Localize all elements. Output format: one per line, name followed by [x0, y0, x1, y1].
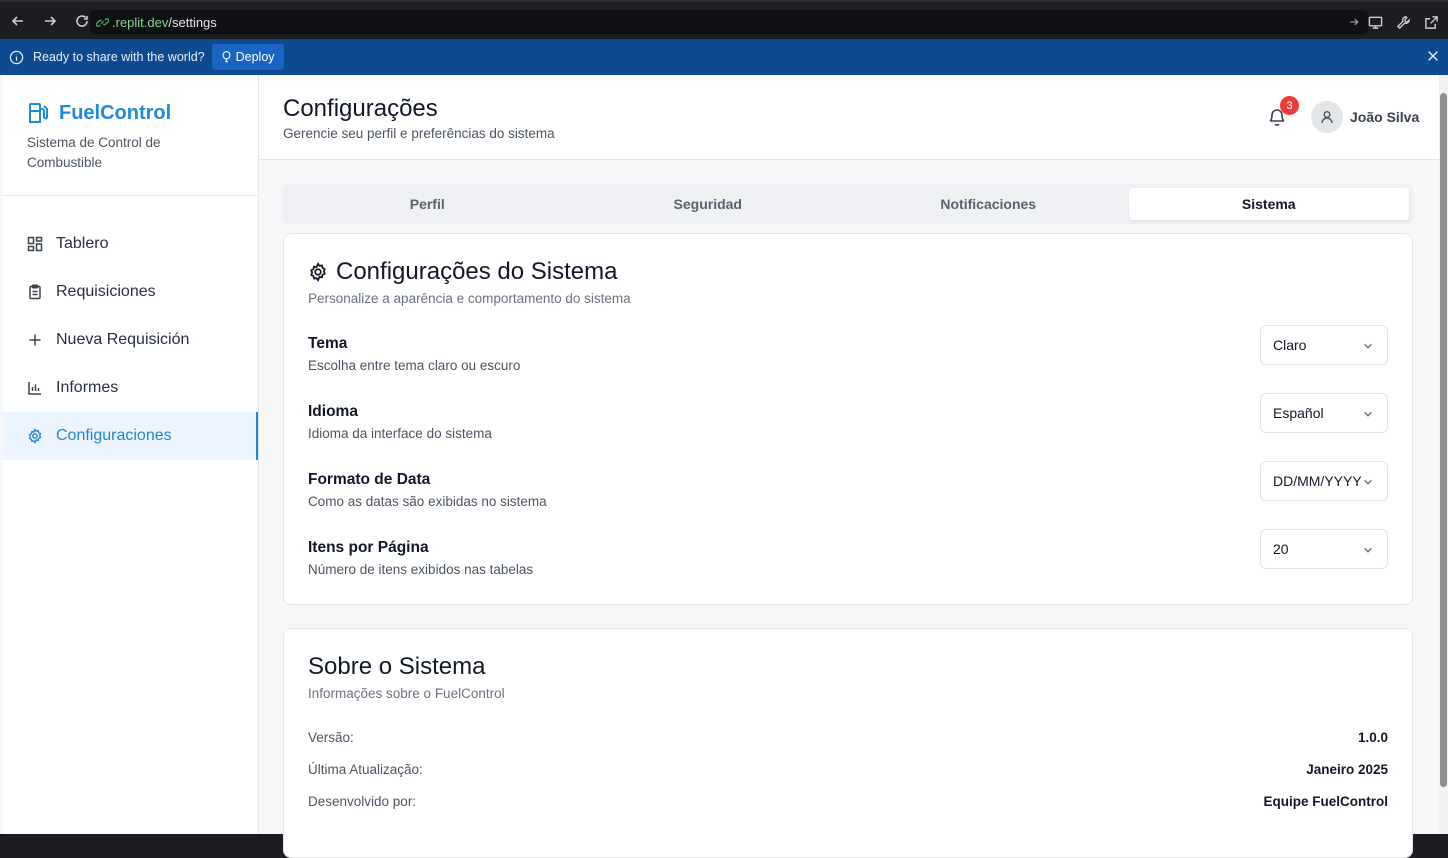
tab-seguridad[interactable]: Seguridad [568, 188, 849, 220]
page-header: Configurações Gerencie seu perfil e pref… [259, 75, 1439, 160]
banner-message: Ready to share with the world? [33, 50, 205, 64]
card-title-text: Configurações do Sistema [336, 258, 618, 285]
page-subtitle: Gerencie seu perfil e preferências do si… [283, 126, 555, 141]
plus-icon [27, 332, 43, 348]
url-host: .replit.dev [112, 14, 169, 30]
wrench-icon[interactable] [1392, 10, 1414, 34]
clipboard-icon [27, 284, 43, 300]
system-settings-card: Configurações do Sistema Personalize a a… [283, 233, 1413, 605]
items-per-page-select[interactable]: 20 [1260, 529, 1388, 569]
info-label: Versão: [308, 730, 354, 745]
setting-language: Idioma Idioma da interface do sistema Es… [308, 393, 1388, 455]
sidebar-item-label: Informes [56, 379, 119, 396]
go-arrow-icon[interactable] [1348, 16, 1360, 28]
bar-chart-icon [27, 380, 43, 396]
brand-name: FuelControl [59, 101, 172, 124]
info-value: Equipe FuelControl [1263, 794, 1389, 809]
brand: FuelControl Sistema de Control de Combus… [3, 75, 258, 196]
sidebar-item-requisiciones[interactable]: Requisiciones [3, 268, 258, 316]
info-value: Janeiro 2025 [1306, 762, 1388, 777]
chevron-down-icon [1361, 475, 1375, 489]
sidebar-menu: Tablero Requisiciones Nueva Requisición … [3, 196, 258, 460]
url-bar[interactable]: .replit.dev/settings [90, 10, 1368, 34]
setting-label: Formato de Data [308, 471, 431, 488]
browser-toolbar: .replit.dev/settings [0, 0, 1448, 39]
select-value: Claro [1273, 337, 1307, 353]
sidebar: FuelControl Sistema de Control de Combus… [3, 75, 259, 834]
settings-tabs: Perfil Seguridad Notificaciones Sistema [283, 184, 1413, 224]
about-title: Sobre o Sistema [308, 653, 486, 680]
setting-description: Escolha entre tema claro ou escuro [308, 358, 521, 373]
url-path: /settings [168, 14, 217, 30]
select-value: Español [1273, 405, 1324, 421]
tab-sistema[interactable]: Sistema [1128, 188, 1409, 220]
setting-theme: Tema Escolha entre tema claro ou escuro … [308, 325, 1388, 387]
forward-icon[interactable] [36, 7, 64, 35]
info-value: 1.0.0 [1357, 730, 1388, 745]
sidebar-item-informes[interactable]: Informes [3, 364, 258, 412]
date-format-select[interactable]: DD/MM/YYYY [1260, 461, 1388, 501]
info-label: Última Atualização: [308, 762, 423, 777]
about-subtitle: Informações sobre o FuelControl [308, 686, 505, 701]
chevron-down-icon [1361, 543, 1375, 557]
setting-items-per-page: Itens por Página Número de itens exibido… [308, 529, 1388, 591]
card-subtitle: Personalize a aparência e comportamento … [308, 291, 631, 306]
setting-description: Idioma da interface do sistema [308, 426, 492, 441]
dashboard-icon [27, 236, 43, 252]
sidebar-item-label: Requisiciones [56, 283, 156, 300]
link-icon [96, 16, 109, 29]
sidebar-item-tablero[interactable]: Tablero [3, 220, 258, 268]
info-icon [9, 50, 24, 65]
setting-description: Como as datas são exibidas no sistema [308, 494, 547, 509]
setting-date-format: Formato de Data Como as datas são exibid… [308, 461, 1388, 523]
sidebar-item-nueva-requisicion[interactable]: Nueva Requisición [3, 316, 258, 364]
chevron-down-icon [1361, 339, 1375, 353]
monitor-icon[interactable] [1364, 10, 1386, 34]
about-card: Sobre o Sistema Informações sobre o Fuel… [283, 628, 1413, 858]
app-window: FuelControl Sistema de Control de Combus… [0, 75, 1439, 858]
chevron-down-icon [1361, 407, 1375, 421]
deploy-banner: Ready to share with the world? Deploy [0, 39, 1448, 75]
setting-label: Tema [308, 335, 348, 352]
info-label: Desenvolvido por: [308, 794, 417, 809]
deploy-label: Deploy [235, 50, 275, 64]
notification-badge: 3 [1280, 96, 1299, 115]
setting-label: Itens por Página [308, 539, 429, 556]
back-icon[interactable] [4, 7, 32, 35]
setting-label: Idioma [308, 403, 358, 420]
brand-subtitle: Sistema de Control de Combustible [27, 135, 161, 170]
card-title: Configurações do Sistema [308, 258, 617, 286]
user-name[interactable]: João Silva [1350, 109, 1419, 125]
sidebar-item-label: Configuraciones [56, 427, 172, 444]
deploy-button[interactable]: Deploy [211, 44, 284, 70]
external-link-icon[interactable] [1420, 10, 1442, 34]
select-value: DD/MM/YYYY [1273, 473, 1361, 489]
setting-description: Número de itens exibidos nas tabelas [308, 562, 534, 577]
language-select[interactable]: Español [1260, 393, 1388, 433]
tab-perfil[interactable]: Perfil [287, 188, 568, 220]
theme-select[interactable]: Claro [1260, 325, 1388, 365]
gear-icon [308, 262, 328, 282]
select-value: 20 [1273, 541, 1289, 557]
avatar[interactable] [1311, 101, 1343, 133]
sidebar-item-label: Tablero [56, 235, 109, 252]
balloon-icon [221, 51, 232, 63]
sidebar-item-label: Nueva Requisición [56, 331, 190, 348]
page-title: Configurações [283, 95, 438, 122]
fuel-pump-icon [27, 101, 51, 125]
gear-icon [27, 428, 43, 444]
user-icon [1319, 109, 1335, 125]
info-row-version: Versão: 1.0.0 [308, 730, 1388, 745]
tab-notificaciones[interactable]: Notificaciones [848, 188, 1129, 220]
info-row-last-update: Última Atualização: Janeiro 2025 [308, 762, 1388, 777]
close-icon[interactable] [1426, 49, 1440, 63]
sidebar-item-configuraciones[interactable]: Configuraciones [3, 412, 258, 460]
info-row-developer: Desenvolvido por: Equipe FuelControl [308, 794, 1388, 809]
scrollbar-thumb[interactable] [1440, 93, 1447, 787]
